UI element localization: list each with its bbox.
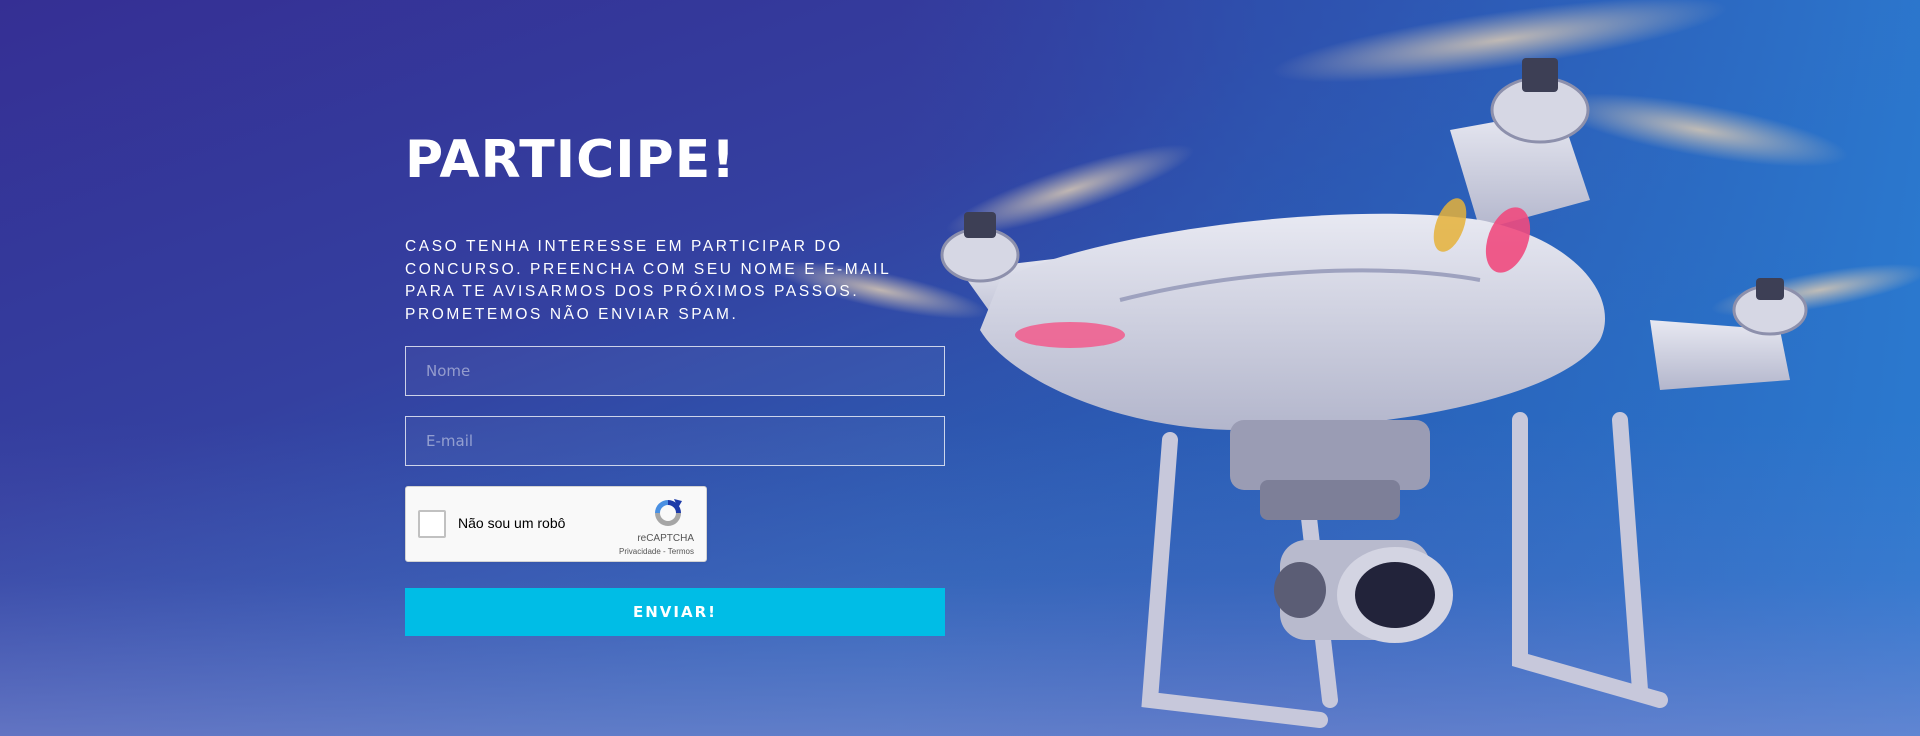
terms-link[interactable]: Termos xyxy=(668,547,694,556)
recaptcha-checkbox[interactable] xyxy=(418,510,446,538)
intro-text: CASO TENHA INTERESSE EM PARTICIPAR DO CO… xyxy=(405,238,891,323)
recaptcha-label: Não sou um robô xyxy=(458,515,566,531)
recaptcha-widget: Não sou um robô reCAPTCHA Privacidade - … xyxy=(405,486,707,562)
recaptcha-brand: reCAPTCHA xyxy=(637,533,694,544)
submit-button[interactable]: ENVIAR! xyxy=(405,588,945,636)
drone-photo xyxy=(0,0,1920,736)
page-title: PARTICIPE! xyxy=(405,130,736,190)
recaptcha-links: Privacidade - Termos xyxy=(619,547,694,556)
privacy-link[interactable]: Privacidade xyxy=(619,547,661,556)
recaptcha-logo-icon xyxy=(655,499,682,526)
email-input[interactable] xyxy=(405,416,945,466)
links-separator: - xyxy=(660,547,668,556)
name-input[interactable] xyxy=(405,346,945,396)
